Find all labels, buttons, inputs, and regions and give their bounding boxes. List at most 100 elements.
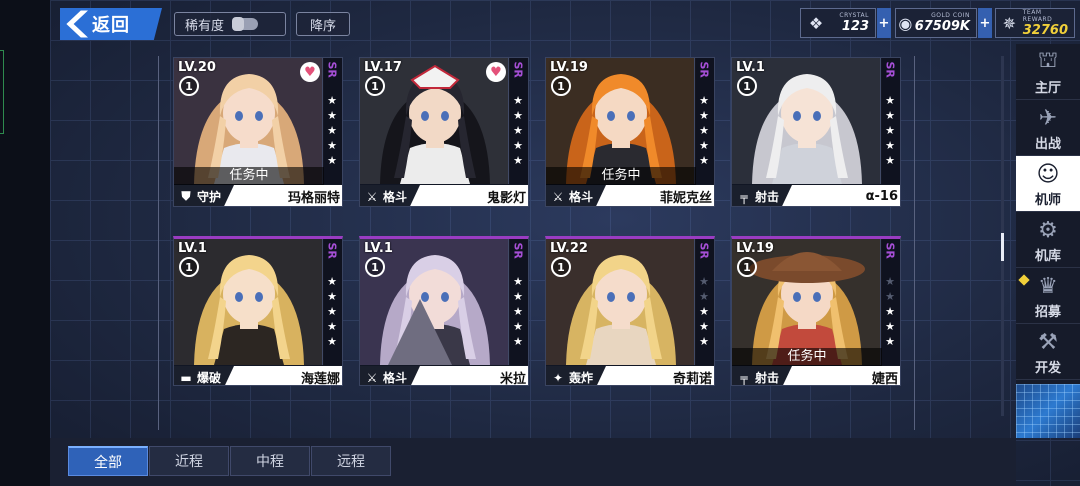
back-button[interactable]: 返回 <box>60 8 162 40</box>
toggle-switch-icon <box>232 17 259 31</box>
rarity-star-icon: ★ <box>327 275 337 288</box>
pilot-name: 鬼影灯 <box>486 191 526 206</box>
pilot-portrait <box>732 58 882 184</box>
rarity-star-icon: ★ <box>513 124 523 137</box>
rarity-star-icon: ★ <box>885 290 895 303</box>
team-reward-value: 32760 <box>1022 22 1068 38</box>
rarity-star-icon: ★ <box>327 290 337 303</box>
range-filter-tabs: 全部 近程 中程 远程 <box>68 446 392 476</box>
crossed-swords-icon: ⚔ <box>366 370 378 385</box>
team-reward-icon: ✵ <box>1002 13 1017 33</box>
class-label: 射击 <box>755 371 780 385</box>
tab-3[interactable]: 远程 <box>311 446 391 476</box>
rarity-column: SR ★ ★ ★ ★ ★ <box>880 239 900 365</box>
pilot-card[interactable]: SR ★ ★ ★ ★ ★ LV.19 1 任务中 ⚔ 格斗 菲妮克丝 <box>545 57 715 207</box>
pilot-name: 海莲娜 <box>300 372 340 386</box>
rarity-column: SR ★ ★ ★ ★ ★ <box>694 239 714 365</box>
rarity-label: SR <box>697 61 711 78</box>
nav-item-label: 机库 <box>1034 249 1061 264</box>
class-tag: ╤ 射击 <box>732 185 792 206</box>
sort-order-button[interactable]: 降序 <box>296 12 350 36</box>
nav-item-label: 开发 <box>1034 361 1061 376</box>
hangar-icon: ⚙ <box>1038 217 1058 243</box>
pilot-portrait <box>546 58 696 184</box>
tab-0[interactable]: 全部 <box>68 446 148 476</box>
pilot-portrait <box>360 239 510 365</box>
pilot-name: 玛格丽特 <box>287 191 340 206</box>
develop-icon: ⚒ <box>1038 329 1058 355</box>
pilot-card[interactable]: SR ★ ★ ★ ★ ★ LV.1 1 ⚔ 格斗 米拉 <box>359 236 529 386</box>
pilot-card[interactable]: SR ★ ★ ★ ★ ★ LV.1 1 ╤ 射击 α-16 <box>731 57 901 207</box>
rarity-filter-toggle[interactable]: 稀有度 <box>174 12 286 36</box>
pilot-portrait <box>546 239 696 365</box>
crossed-swords-icon: ⚔ <box>366 189 378 204</box>
rarity-star-icon: ★ <box>513 139 523 152</box>
pilot-card[interactable]: SR ★ ★ ★ ★ ★ LV.20 1 ♥ 任务中 ⛊ 守护 玛格丽特 <box>173 57 343 207</box>
rarity-star-icon: ★ <box>885 124 895 137</box>
rank-badge: 1 <box>179 76 199 96</box>
star-rating: ★ ★ ★ ★ ★ <box>883 275 897 348</box>
class-label: 格斗 <box>383 190 408 204</box>
team-reward-caption: TEAM REWARD <box>1022 8 1053 23</box>
nav-item-label: 招募 <box>1034 305 1061 320</box>
crystal-caption: CRYSTAL <box>839 12 869 19</box>
pilot-name: 奇莉诺 <box>672 372 712 386</box>
rarity-column: SR ★ ★ ★ ★ ★ <box>322 58 342 184</box>
nav-item-hall[interactable]: ⛫ 主厅 <box>1016 44 1080 100</box>
rarity-label: SR <box>697 242 711 259</box>
rarity-column: SR ★ ★ ★ ★ ★ <box>880 58 900 184</box>
rarity-star-icon: ★ <box>513 320 523 333</box>
tab-1[interactable]: 近程 <box>149 446 229 476</box>
class-tag: ⚔ 格斗 <box>360 185 420 206</box>
pilot-info-bar: ✦ 轰炸 奇莉诺 <box>546 366 714 386</box>
rarity-label: SR <box>325 242 339 259</box>
rarity-star-icon: ★ <box>885 275 895 288</box>
pilot-name: 菲妮克丝 <box>659 191 712 206</box>
star-rating: ★ ★ ★ ★ ★ <box>325 94 339 167</box>
pilot-card[interactable]: SR ★ ★ ★ ★ ★ LV.22 1 ✦ 轰炸 奇莉诺 <box>545 236 715 386</box>
rank-badge: 1 <box>551 257 571 277</box>
nav-item-develop[interactable]: ⚒ 开发 <box>1016 324 1080 380</box>
class-label: 格斗 <box>569 190 594 204</box>
pilot-name: 米拉 <box>499 372 526 386</box>
favorite-heart-icon[interactable]: ♥ <box>300 62 320 82</box>
chevron-left-icon <box>66 10 88 38</box>
pilot-info-bar: ▬ 爆破 海莲娜 <box>174 366 342 386</box>
minimap-thumbnail[interactable] <box>1016 384 1080 438</box>
rarity-star-icon: ★ <box>885 139 895 152</box>
pilot-info-bar: ╤ 射击 α-16 <box>732 185 900 206</box>
mission-status-banner: 任务中 <box>732 348 882 366</box>
rarity-star-icon: ★ <box>513 305 523 318</box>
pilot-portrait <box>174 239 324 365</box>
pilot-level: LV.17 <box>364 60 402 75</box>
nav-item-battle[interactable]: ✈ 出战 <box>1016 100 1080 156</box>
add-gold-button[interactable]: + <box>978 8 992 38</box>
add-crystal-button[interactable]: + <box>877 8 891 38</box>
tab-2[interactable]: 中程 <box>230 446 310 476</box>
shield-icon: ⛊ <box>181 189 191 203</box>
scrollbar-thumb[interactable] <box>1001 233 1004 261</box>
back-label: 返回 <box>92 15 130 36</box>
nav-item-recruit[interactable]: ♛ 招募 <box>1016 268 1080 324</box>
rarity-star-icon: ★ <box>513 290 523 303</box>
pilot-level: LV.19 <box>550 60 588 75</box>
pilot-card[interactable]: SR ★ ★ ★ ★ ★ LV.19 1 任务中 ╤ 射击 婕西 <box>731 236 901 386</box>
rank-badge: 1 <box>365 76 385 96</box>
pilot-card[interactable]: SR ★ ★ ★ ★ ★ LV.1 1 ▬ 爆破 海莲娜 <box>173 236 343 386</box>
favorite-heart-icon[interactable]: ♥ <box>486 62 506 82</box>
rarity-star-icon: ★ <box>327 320 337 333</box>
gold-coin-value: 67509K <box>914 19 970 34</box>
rank-badge: 1 <box>551 76 571 96</box>
class-tag: ▬ 爆破 <box>174 366 234 385</box>
class-tag: ⛊ 守护 <box>174 185 234 206</box>
pilot-card[interactable]: SR ★ ★ ★ ★ ★ LV.17 1 ♥ ⚔ 格斗 鬼影灯 <box>359 57 529 207</box>
pilot-level: LV.1 <box>178 241 207 256</box>
nav-item-hangar[interactable]: ⚙ 机库 <box>1016 212 1080 268</box>
rarity-star-icon: ★ <box>327 94 337 107</box>
pilot-info-bar: ⛊ 守护 玛格丽特 <box>174 185 342 206</box>
class-label: 格斗 <box>383 371 408 385</box>
gold-coin-counter: ◉ GOLD COIN 67509K <box>895 8 977 38</box>
rarity-column: SR ★ ★ ★ ★ ★ <box>322 239 342 365</box>
pilot-info-bar: ⚔ 格斗 菲妮克丝 <box>546 185 714 206</box>
nav-item-pilot[interactable]: ☺ 机师 <box>1016 156 1080 212</box>
